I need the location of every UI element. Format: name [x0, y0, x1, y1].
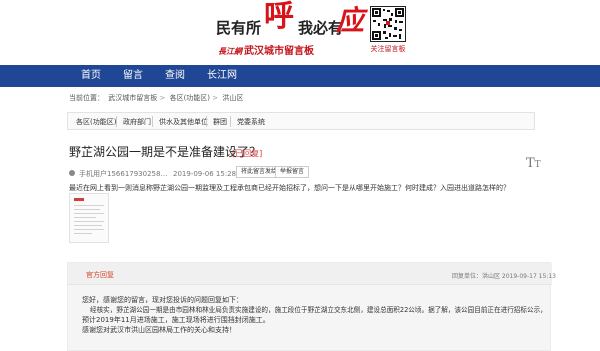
- official-reply-body: 您好，感谢您的留言，现对您投诉的问题回复如下： 经核实，野芷湖公园一期是由市园林…: [82, 295, 547, 335]
- document-line: [74, 217, 96, 218]
- category-item-party[interactable]: 党委系统: [237, 117, 265, 127]
- breadcrumb-prefix: 当前位置：: [69, 94, 104, 102]
- reply-line-schedule: 预计2019年11月进场施工，施工现场将进行围挡封闭施工。: [82, 316, 270, 324]
- category-item-government[interactable]: 政府部门: [123, 117, 151, 127]
- logo-subtitle: 長江網 武汉城市留言板: [218, 42, 314, 57]
- user-avatar-icon: [69, 170, 75, 176]
- document-line: [74, 233, 92, 234]
- category-item-district[interactable]: 各区(功能区): [76, 117, 116, 127]
- document-thumbnail[interactable]: [69, 193, 109, 243]
- logo-text-left: 民有所: [216, 19, 262, 37]
- category-divider: [152, 116, 153, 127]
- qr-code-label: 关注留言板: [370, 45, 406, 53]
- logo-text-hu: 呼: [264, 0, 294, 34]
- document-line: [74, 225, 102, 226]
- official-reply-panel: 官方回复 回复单位：洪山区 2019-09-17 15:13 您好，感谢您的留言…: [67, 262, 556, 351]
- document-line: [74, 209, 100, 210]
- status-badge: [已回复]: [232, 149, 263, 158]
- document-line: [74, 221, 104, 222]
- category-item-groups[interactable]: 群团: [213, 117, 227, 127]
- breadcrumb-item-district[interactable]: 各区(功能区): [170, 94, 210, 102]
- site-logo[interactable]: 民有所 呼 我必有 应 長江網 武汉城市留言板: [212, 0, 364, 62]
- post-meta: 手机用户156617930258… 2019-09-06 15:28 将此留言发…: [69, 166, 539, 183]
- document-line: [74, 205, 104, 206]
- post-content: 最近在网上看到一则消息称野芷湖公园一期监理及工程承包商已经开始招标了，想问一下是…: [69, 184, 510, 192]
- category-filter: 各区(功能区) 政府部门 供水及其他单位 群团 党委系统: [67, 112, 535, 130]
- category-divider: [206, 116, 207, 127]
- breadcrumb-item-home[interactable]: 武汉城市留言板: [108, 94, 157, 102]
- nav-item-home[interactable]: 首页: [76, 65, 106, 87]
- reply-line-greeting: 您好，感谢您的留言，现对您投诉的问题回复如下：: [82, 296, 243, 304]
- logo-brand: 長江網: [218, 47, 242, 56]
- logo-subtitle-text: 武汉城市留言板: [244, 46, 314, 57]
- breadcrumb-separator: >: [159, 94, 166, 102]
- post-date: 2019-09-06 15:28: [173, 170, 237, 178]
- nav-item-browse[interactable]: 查阅: [160, 65, 190, 87]
- breadcrumb: 当前位置： 武汉城市留言板 > 各区(功能区) > 洪山区: [69, 93, 243, 103]
- document-header-mark: [74, 198, 84, 201]
- official-reply-header: 官方回复 回复单位：洪山区 2019-09-17 15:13: [68, 263, 556, 285]
- document-line: [74, 229, 104, 230]
- main-nav: 首页 留言 查阅 长江网: [0, 65, 600, 87]
- reply-line-detail: 经核实，野芷湖公园一期是由市园林和林业局负责实施建设的，施工段位于野芷湖立交东北…: [90, 306, 547, 314]
- post-author: 手机用户156617930258…: [79, 170, 168, 178]
- breadcrumb-item-hongshan[interactable]: 洪山区: [222, 94, 243, 102]
- nav-item-message[interactable]: 留言: [118, 65, 148, 87]
- logo-text-ying: 应: [336, 4, 365, 37]
- official-reply-meta: 回复单位：洪山区 2019-09-17 15:13: [452, 273, 556, 280]
- document-line: [74, 213, 104, 214]
- official-reply-tag: 官方回复: [86, 271, 114, 279]
- report-post-button[interactable]: 举报留言: [275, 166, 310, 178]
- site-header: 民有所 呼 我必有 应 長江網 武汉城市留言板 关注留言板: [0, 0, 600, 65]
- category-divider: [116, 116, 117, 127]
- category-divider: [230, 116, 231, 127]
- qr-code-icon: [370, 6, 406, 42]
- reply-line-thanks: 感谢您对武汉市洪山区园林局工作的关心和支持！: [82, 326, 236, 334]
- nav-item-cjn[interactable]: 长江网: [202, 65, 242, 87]
- category-item-utility[interactable]: 供水及其他单位: [159, 117, 208, 127]
- breadcrumb-separator: >: [212, 94, 219, 102]
